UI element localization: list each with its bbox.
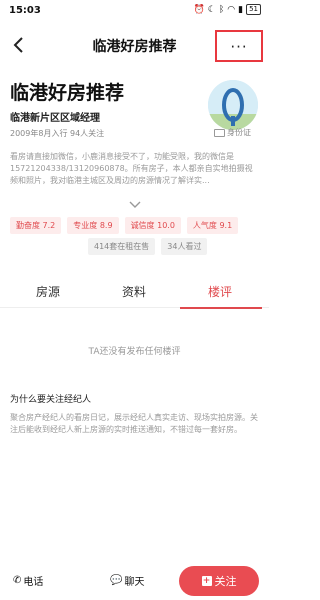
tab-listings[interactable]: 房源 bbox=[18, 283, 78, 300]
follow-button[interactable]: + 关注 bbox=[179, 566, 259, 596]
tab-reviews[interactable]: 楼评 bbox=[190, 283, 250, 300]
battery-icon: 51 bbox=[246, 4, 261, 15]
nav-bar: 临港好房推荐 ··· bbox=[0, 24, 269, 66]
score-integrity: 诚信度 10.0 bbox=[124, 217, 181, 234]
agent-name: 临港好房推荐 bbox=[10, 82, 125, 104]
view-count-badge: 34人看过 bbox=[161, 238, 208, 255]
signal-icon: ▮ bbox=[238, 4, 244, 15]
score-badges: 勤奋度 7.2 专业度 8.9 诚信度 10.0 人气度 9.1 bbox=[10, 217, 239, 234]
follow-label: 关注 bbox=[214, 575, 237, 588]
agent-bio: 看房请直接加微信，小鹿消息接受不了，功能受限，我的微信是15721204338/… bbox=[10, 152, 253, 185]
status-icons: ⏰ ☾ ᛒ ◠ ▮ 51 bbox=[194, 4, 261, 15]
phone-icon: ✆ bbox=[13, 575, 22, 586]
status-bar: 15:03 ⏰ ☾ ᛒ ◠ ▮ 51 bbox=[0, 0, 269, 22]
why-follow-text: 聚合房产经纪人的看房日记，展示经纪人真实走访、现场实拍房源。关注后能收到经纪人新… bbox=[10, 413, 258, 434]
listing-count-badge: 414套在租在售 bbox=[88, 238, 156, 255]
wifi-icon: ◠ bbox=[227, 4, 236, 15]
chat-bubble-icon: 💬 bbox=[110, 575, 123, 586]
alarm-icon: ⏰ bbox=[193, 4, 205, 15]
call-button[interactable]: ✆ 电话 bbox=[13, 573, 43, 588]
id-badge-label: 身份证 bbox=[227, 128, 251, 137]
tab-bar: 房源 资料 楼评 bbox=[0, 278, 269, 309]
score-popularity: 人气度 9.1 bbox=[186, 217, 239, 234]
status-time: 15:03 bbox=[9, 5, 41, 16]
bluetooth-icon: ᛒ bbox=[218, 4, 225, 15]
why-follow-title: 为什么要关注经纪人 bbox=[10, 395, 92, 405]
id-card-icon bbox=[214, 128, 225, 137]
avatar-image bbox=[208, 80, 258, 130]
agent-meta: 2009年8月入行 94人关注 bbox=[10, 129, 105, 138]
score-diligence: 勤奋度 7.2 bbox=[10, 217, 62, 234]
avatar[interactable] bbox=[208, 80, 258, 130]
tab-profile[interactable]: 资料 bbox=[104, 283, 164, 300]
moon-icon: ☾ bbox=[207, 4, 216, 15]
tab-active-indicator bbox=[180, 307, 262, 309]
more-options-button[interactable]: ··· bbox=[215, 30, 263, 62]
bottom-action-bar: ✆ 电话 💬 聊天 + 关注 bbox=[0, 562, 269, 600]
stat-badges: 414套在租在售 34人看过 bbox=[88, 238, 208, 255]
score-professional: 专业度 8.9 bbox=[67, 217, 119, 234]
chat-label: 聊天 bbox=[124, 577, 145, 588]
id-verified-badge: 身份证 bbox=[214, 127, 251, 138]
agent-title: 临港新片区区域经理 bbox=[10, 113, 100, 124]
plus-icon: + bbox=[201, 576, 212, 586]
chat-button[interactable]: 💬 聊天 bbox=[110, 573, 144, 588]
more-icon: ··· bbox=[230, 38, 248, 56]
chevron-down-icon[interactable] bbox=[128, 201, 142, 209]
call-label: 电话 bbox=[23, 577, 44, 588]
empty-state-text: TA还没有发布任何楼评 bbox=[88, 347, 181, 357]
